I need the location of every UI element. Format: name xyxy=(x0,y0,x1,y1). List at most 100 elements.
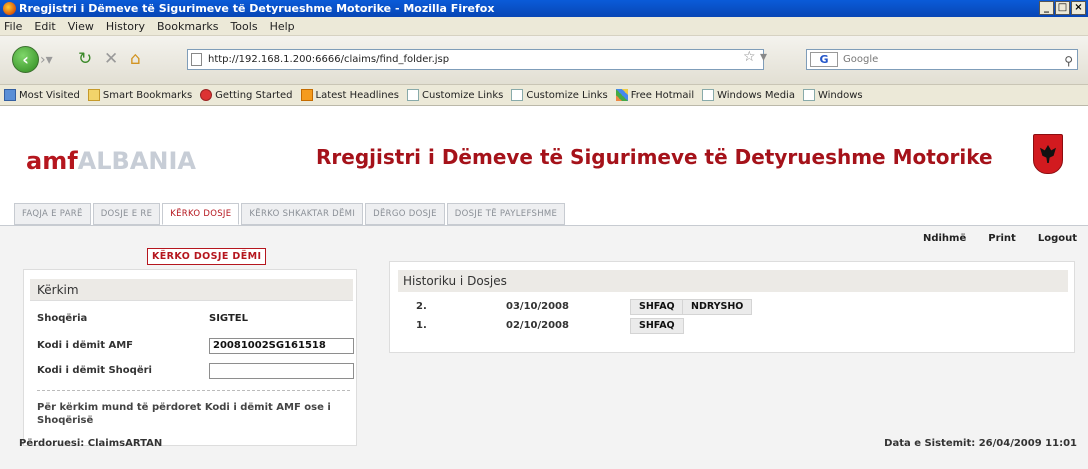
eagle-icon xyxy=(1040,145,1056,163)
company-value: SIGTEL xyxy=(209,313,248,324)
close-button[interactable]: × xyxy=(1071,1,1086,15)
company-label: Shoqëria xyxy=(37,313,88,324)
history-row-number: 2. xyxy=(416,301,427,312)
page-icon xyxy=(191,53,202,66)
menu-help[interactable]: Help xyxy=(270,20,295,33)
tab-search-cause[interactable]: KËRKO SHKAKTAR DËMI xyxy=(241,203,364,225)
bookmark-free-hotmail[interactable]: Free Hotmail xyxy=(615,89,695,101)
search-note: Për kërkim mund të përdoret Kodi i dëmit… xyxy=(37,402,331,426)
company-code-input[interactable] xyxy=(209,363,354,379)
footer-user: Përdoruesi: ClaimsARTAN xyxy=(19,438,163,449)
page-icon xyxy=(407,89,419,101)
albania-emblem-icon xyxy=(1033,134,1063,174)
bookmark-label: Latest Headlines xyxy=(315,89,400,101)
tab-unpaid-folders[interactable]: DOSJE TË PAYLEFSHME xyxy=(446,203,566,225)
amf-code-label: Kodi i dëmit AMF xyxy=(37,340,133,351)
reload-icon[interactable]: ↻ xyxy=(78,49,92,69)
tab-send-folder[interactable]: DËRGO DOSJE xyxy=(365,203,445,225)
menu-history[interactable]: History xyxy=(106,20,145,33)
tab-home[interactable]: FAQJA E PARË xyxy=(14,203,91,225)
search-input[interactable]: G Google ⚲ xyxy=(806,49,1078,70)
bookmark-latest-headlines[interactable]: Latest Headlines xyxy=(300,89,400,101)
bookmark-customize-links[interactable]: Customize Links xyxy=(407,89,503,101)
url-text: http://192.168.1.200:6666/claims/find_fo… xyxy=(208,54,450,65)
bookmark-getting-started[interactable]: Getting Started xyxy=(200,89,293,101)
history-row: 2. 03/10/2008 SHFAQ NDRYSHO xyxy=(390,299,1076,315)
show-button[interactable]: SHFAQ xyxy=(630,299,684,315)
menu-edit[interactable]: Edit xyxy=(34,20,55,33)
bookmark-label: Free Hotmail xyxy=(630,89,695,101)
bookmark-label: Windows Media xyxy=(717,89,795,101)
bookmark-icon xyxy=(4,89,16,101)
page-icon xyxy=(511,89,524,101)
bookmark-most-visited[interactable]: Most Visited xyxy=(4,89,80,101)
bookmark-windows-media[interactable]: Windows Media xyxy=(702,89,795,101)
bookmark-windows[interactable]: Windows xyxy=(802,89,863,101)
history-title: Historiku i Dosjes xyxy=(398,270,1068,292)
search-panel: Kërkim Shoqëria SIGTEL Kodi i dëmit AMF … xyxy=(23,269,357,446)
search-panel-title: Kërkim xyxy=(30,279,353,301)
search-icon[interactable]: ⚲ xyxy=(1064,52,1073,71)
search-section-title: KËRKO DOSJE DËMI xyxy=(147,248,267,265)
content-area: Ndihmë Print Logout KËRKO DOSJE DËMI Kër… xyxy=(0,225,1088,469)
bookmark-label: Smart Bookmarks xyxy=(102,89,193,101)
stop-icon[interactable]: ✕ xyxy=(104,49,118,69)
bookmark-customize-links-2[interactable]: Customize Links xyxy=(511,89,608,101)
bookmark-star-icon[interactable]: ☆ ▾ xyxy=(743,49,767,65)
menu-view[interactable]: View xyxy=(68,20,94,33)
bookmark-label: Getting Started xyxy=(215,89,293,101)
history-row-date: 02/10/2008 xyxy=(506,320,569,331)
home-icon[interactable]: ⌂ xyxy=(130,49,141,69)
minimize-button[interactable]: _ xyxy=(1039,1,1054,15)
history-row-date: 03/10/2008 xyxy=(506,301,569,312)
edit-button[interactable]: NDRYSHO xyxy=(682,299,753,315)
rss-icon xyxy=(300,89,313,101)
bookmark-smart-bookmarks[interactable]: Smart Bookmarks xyxy=(87,89,193,101)
help-link[interactable]: Ndihmë xyxy=(923,233,966,244)
amf-albania-logo: amfALBANIA xyxy=(26,147,196,175)
site-title: Rregjistri i Dëmeve të Sigurimeve të Det… xyxy=(316,145,993,169)
logo-amf: amf xyxy=(26,147,78,175)
google-icon[interactable]: G xyxy=(810,52,838,67)
menu-tools[interactable]: Tools xyxy=(230,20,257,33)
forward-icon[interactable]: ›▾ xyxy=(40,50,62,70)
msn-icon xyxy=(615,89,628,101)
divider xyxy=(37,390,350,391)
firefox-icon xyxy=(3,2,16,15)
print-link[interactable]: Print xyxy=(988,233,1016,244)
amf-code-input[interactable]: 20081002SG161518 xyxy=(209,338,354,354)
bookmark-label: Customize Links xyxy=(422,89,504,101)
bookmark-label: Most Visited xyxy=(19,89,80,101)
company-code-label: Kodi i dëmit Shoqëri xyxy=(37,365,152,376)
web-page: amfALBANIA Rregjistri i Dëmeve të Siguri… xyxy=(0,106,1088,469)
folder-icon xyxy=(87,89,100,101)
firefox-bookmark-icon xyxy=(200,89,213,101)
bookmark-label: Windows xyxy=(817,89,863,101)
page-icon xyxy=(702,89,715,101)
search-placeholder: Google xyxy=(843,54,879,65)
bookmarks-toolbar: Most Visited Smart Bookmarks Getting Sta… xyxy=(0,85,1088,106)
url-bar[interactable]: http://192.168.1.200:6666/claims/find_fo… xyxy=(187,49,764,70)
history-panel: Historiku i Dosjes 2. 03/10/2008 SHFAQ N… xyxy=(389,261,1075,353)
navigation-toolbar: ‹ ›▾ ↻ ✕ ⌂ http://192.168.1.200:6666/cla… xyxy=(0,36,1088,85)
history-row: 1. 02/10/2008 SHFAQ xyxy=(390,318,1076,334)
bookmark-label: Customize Links xyxy=(526,89,608,101)
menu-bar: File Edit View History Bookmarks Tools H… xyxy=(0,17,1088,36)
page-icon xyxy=(802,89,815,101)
maximize-button[interactable]: □ xyxy=(1055,1,1070,15)
top-links: Ndihmë Print Logout xyxy=(923,233,1077,244)
show-button[interactable]: SHFAQ xyxy=(630,318,684,334)
tab-new-folder[interactable]: DOSJE E RE xyxy=(92,203,161,225)
window-title: Rregjistri i Dëmeve të Sigurimeve të Det… xyxy=(19,2,495,15)
window-titlebar: Rregjistri i Dëmeve të Sigurimeve të Det… xyxy=(0,0,1088,17)
logout-link[interactable]: Logout xyxy=(1038,233,1077,244)
logo-albania: ALBANIA xyxy=(77,147,196,175)
back-icon[interactable]: ‹ xyxy=(12,46,39,73)
window-controls: _ □ × xyxy=(1039,1,1086,15)
tab-search-folder[interactable]: KËRKO DOSJE xyxy=(162,203,240,225)
footer-system-date: Data e Sistemit: 26/04/2009 11:01 xyxy=(884,438,1077,449)
main-tabs: FAQJA E PARË DOSJE E RE KËRKO DOSJE KËRK… xyxy=(14,203,567,225)
menu-bookmarks[interactable]: Bookmarks xyxy=(157,20,218,33)
menu-file[interactable]: File xyxy=(4,20,22,33)
history-row-number: 1. xyxy=(416,320,427,331)
